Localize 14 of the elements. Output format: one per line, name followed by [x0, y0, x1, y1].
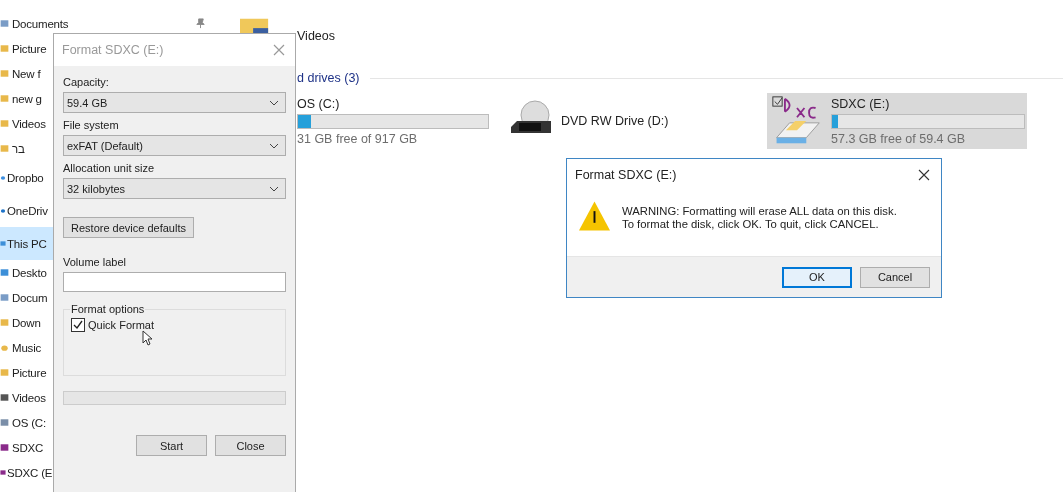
field-label: Volume label [63, 256, 127, 268]
field-label: Allocation unit size [63, 162, 156, 174]
free-space-text: 57.3 GB free of 59.4 GB [831, 131, 967, 146]
field-label: File system [63, 119, 120, 131]
drive-name: SDXC (E:) [831, 96, 891, 111]
group-title: Format options [70, 303, 146, 315]
window-title: Format SDXC (E:) [575, 168, 677, 182]
drive-name: OS (C:) [297, 96, 341, 111]
field-label: Capacity: [63, 76, 110, 88]
drive-name: DVD RW Drive (D:) [561, 114, 670, 128]
warning-text: WARNING: Formatting will erase ALL data on this disk. [622, 205, 897, 217]
free-space-text: 31 GB free of 917 GB [297, 131, 419, 146]
warning-text: To format the disk, click OK. To quit, click CANCEL. [622, 218, 880, 230]
window-title: Format SDXC (E:) [62, 43, 164, 57]
